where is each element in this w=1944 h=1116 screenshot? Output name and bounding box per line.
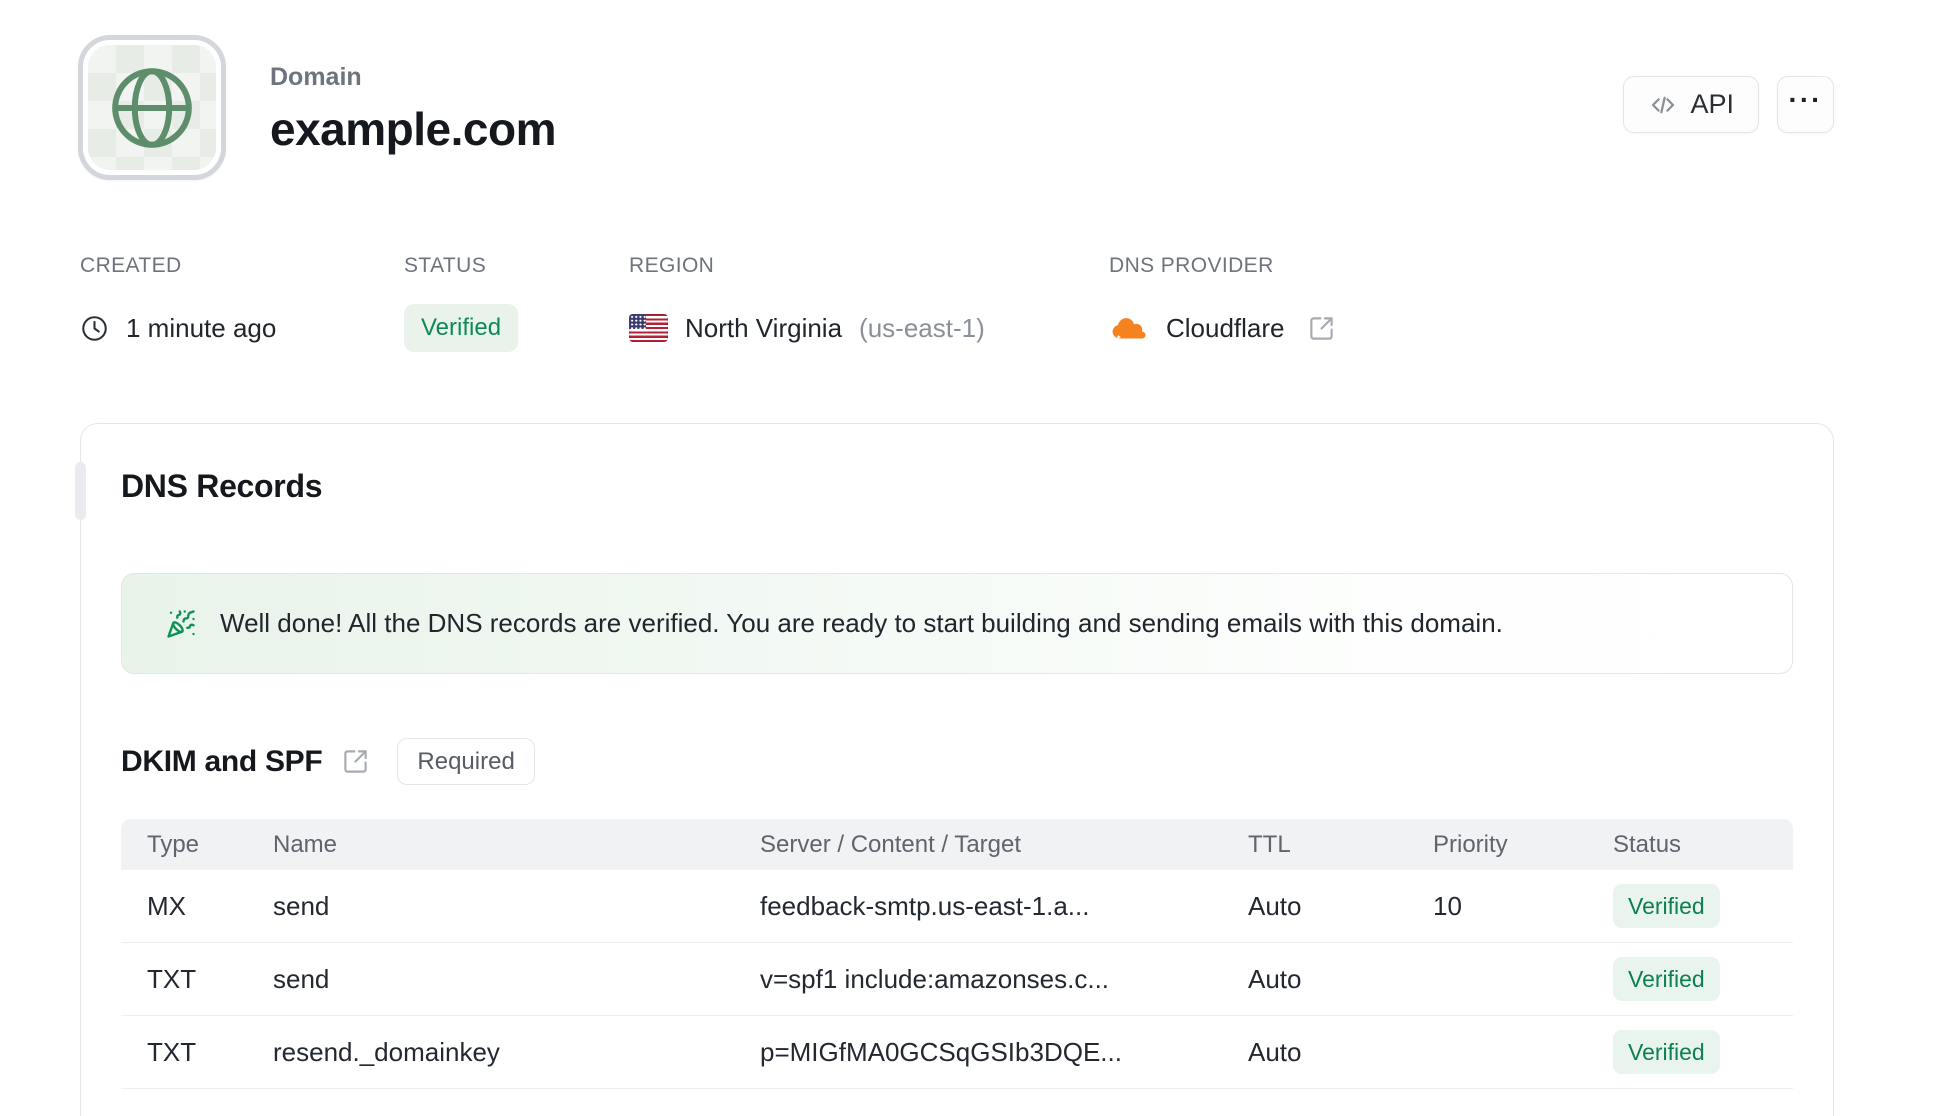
dns-records-table: Type Name Server / Content / Target TTL …: [121, 819, 1793, 1089]
external-link-icon[interactable]: [342, 748, 369, 775]
api-button-label: API: [1690, 89, 1734, 119]
domain-meta-row: CREATED 1 minute ago STATUS Verified REG…: [80, 254, 1335, 352]
col-header-status: Status: [1613, 830, 1682, 858]
region-code: (us-east-1): [859, 312, 985, 343]
record-ttl: Auto: [1248, 890, 1302, 921]
required-badge: Required: [397, 738, 535, 785]
record-content[interactable]: v=spf1 include:amazonses.c...: [734, 964, 1222, 995]
success-banner-message: Well done! All the DNS records are verif…: [220, 608, 1503, 638]
meta-region: REGION North Virginia (us-east-1): [629, 254, 1109, 352]
meta-dns-provider: DNS PROVIDER Cloudflare: [1109, 254, 1335, 352]
record-type: MX: [147, 890, 186, 921]
record-name: resend._domainkey: [273, 1036, 500, 1067]
external-link-icon[interactable]: [1308, 315, 1335, 342]
record-type: TXT: [147, 963, 197, 994]
region-label: REGION: [629, 254, 715, 277]
table-row: TXT send v=spf1 include:amazonses.c... A…: [121, 943, 1793, 1016]
col-header-type: Type: [147, 830, 200, 858]
col-header-name: Name: [273, 830, 338, 858]
table-row: TXT resend._domainkey p=MIGfMA0GCSqGSIb3…: [121, 1016, 1793, 1089]
status-label: STATUS: [404, 254, 487, 277]
dns-provider-label: DNS PROVIDER: [1109, 254, 1274, 277]
record-status-badge: Verified: [1613, 1030, 1720, 1074]
checkered-background: [88, 45, 216, 170]
record-content[interactable]: p=MIGfMA0GCSqGSIb3DQE...: [734, 1037, 1222, 1068]
record-type: TXT: [147, 1036, 197, 1067]
record-ttl: Auto: [1248, 1036, 1302, 1067]
record-content[interactable]: feedback-smtp.us-east-1.a...: [734, 891, 1222, 922]
globe-icon: [104, 60, 200, 156]
ellipsis-icon: ···: [1788, 83, 1823, 115]
record-name: send: [273, 890, 330, 921]
record-status-badge: Verified: [1613, 957, 1720, 1001]
success-banner: Well done! All the DNS records are verif…: [121, 573, 1793, 674]
page-title: example.com: [270, 103, 556, 155]
table-header-row: Type Name Server / Content / Target TTL …: [121, 819, 1793, 870]
col-header-ttl: TTL: [1248, 830, 1291, 858]
status-verified-badge: Verified: [404, 304, 519, 352]
region-value: North Virginia: [685, 312, 843, 343]
col-header-priority: Priority: [1433, 830, 1508, 858]
col-header-content: Server / Content / Target: [760, 830, 1022, 858]
dns-provider-value: Cloudflare: [1166, 312, 1285, 343]
meta-status: STATUS Verified: [404, 254, 629, 352]
dkim-spf-title: DKIM and SPF: [121, 744, 323, 778]
meta-created: CREATED 1 minute ago: [80, 254, 404, 352]
api-button[interactable]: API: [1623, 76, 1759, 133]
dns-records-card: DNS Records Well done! All the DNS recor…: [75, 423, 1834, 1116]
dns-records-title: DNS Records: [121, 468, 323, 504]
party-popper-icon: [166, 609, 196, 639]
section-marker: [75, 462, 86, 520]
record-name: send: [273, 963, 330, 994]
dkim-spf-section-head: DKIM and SPF Required: [121, 738, 1793, 785]
cloudflare-icon: [1109, 314, 1149, 343]
created-label: CREATED: [80, 254, 182, 277]
clock-icon: [80, 314, 109, 343]
domain-identity: Domain example.com: [78, 35, 556, 180]
record-status-badge: Verified: [1613, 884, 1720, 928]
domain-icon-tile: [78, 35, 226, 180]
table-row: MX send feedback-smtp.us-east-1.a... Aut…: [121, 870, 1793, 943]
more-options-button[interactable]: ···: [1777, 76, 1834, 133]
us-flag-icon: [629, 314, 668, 342]
domain-detail-page: Domain example.com API ··· CREATED 1 min…: [0, 0, 1944, 1116]
record-priority: 10: [1433, 890, 1462, 921]
header-actions: API ···: [1623, 76, 1834, 133]
record-ttl: Auto: [1248, 963, 1302, 994]
code-icon: [1648, 90, 1678, 120]
domain-eyebrow-label: Domain: [270, 63, 362, 91]
domain-titles: Domain example.com: [270, 59, 556, 156]
created-value: 1 minute ago: [126, 312, 277, 343]
